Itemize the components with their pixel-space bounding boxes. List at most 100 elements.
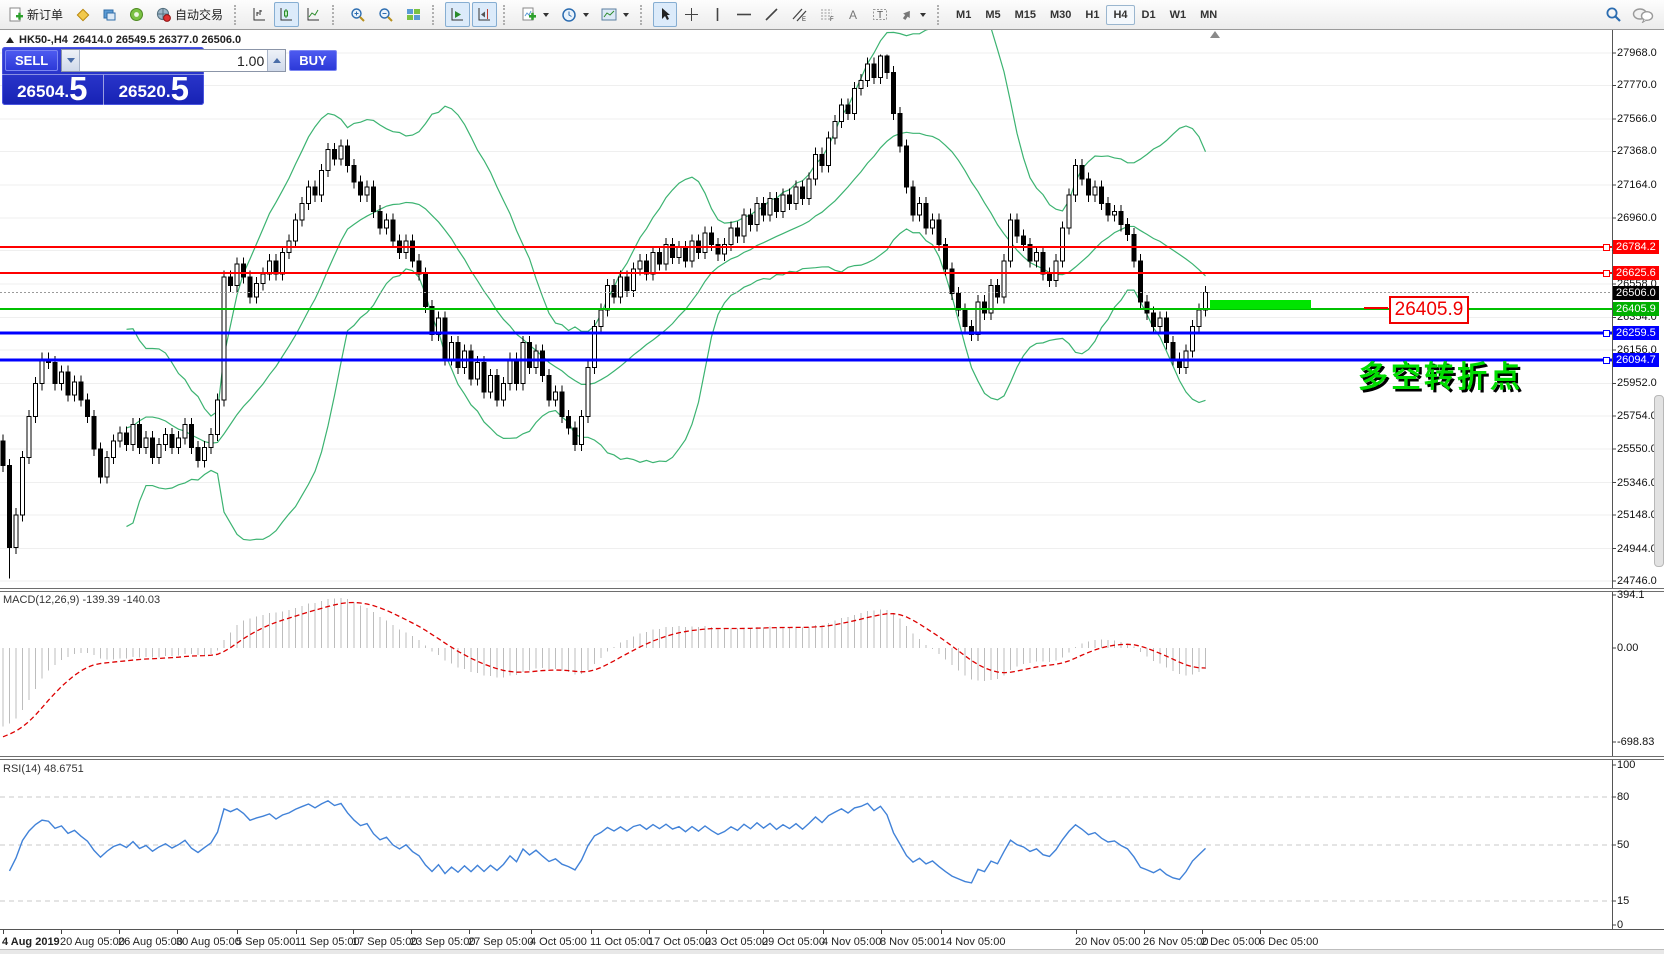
time-axis-label: 11 Oct 05:00	[590, 936, 652, 948]
zoom-in-button[interactable]	[345, 2, 371, 27]
timeframe-button-w1[interactable]: W1	[1163, 5, 1194, 25]
level-price-label: 26405.9	[1613, 302, 1659, 316]
time-axis-label: 11 Sep 05:00	[295, 936, 360, 948]
fibonacci-button[interactable]: F	[814, 2, 840, 27]
text-label-button[interactable]: T	[867, 2, 893, 27]
terminal-button[interactable]	[124, 2, 149, 27]
price-tick-label: 25550.0	[1617, 443, 1657, 455]
timeframe-button-m1[interactable]: M1	[949, 5, 978, 25]
timeframe-button-mn[interactable]: MN	[1193, 5, 1224, 25]
search-icon[interactable]	[1605, 6, 1622, 23]
line-handle[interactable]	[1603, 330, 1610, 337]
candlestick-chart-button[interactable]	[274, 2, 299, 27]
time-axis-tick	[649, 930, 650, 934]
price-tick-label: 27566.0	[1617, 113, 1657, 125]
rsi-tick-label: 50	[1617, 839, 1629, 851]
text-label-icon: T	[872, 7, 888, 22]
trendline-button[interactable]	[759, 2, 784, 27]
rsi-tick-label: 0	[1617, 919, 1623, 931]
arrow-up-icon	[273, 58, 281, 63]
time-axis-tick	[1202, 930, 1203, 934]
macd-pane[interactable]	[0, 592, 1664, 756]
timeframe-button-m15[interactable]: M15	[1008, 5, 1043, 25]
time-axis-tick	[1144, 930, 1145, 934]
price-tick-label: 25754.0	[1617, 410, 1657, 422]
macd-tick-label: -698.83	[1617, 736, 1654, 748]
crosshair-button[interactable]	[679, 2, 704, 27]
timeframe-button-h4[interactable]: H4	[1106, 5, 1134, 25]
time-axis-label: 23 Oct 05:00	[705, 936, 768, 948]
templates-button[interactable]	[596, 2, 634, 27]
vertical-line-button[interactable]	[706, 2, 729, 27]
time-axis-label: 26 Aug 05:00	[118, 936, 183, 948]
buy-button[interactable]: BUY	[289, 50, 336, 71]
timeframe-button-h1[interactable]: H1	[1078, 5, 1106, 25]
tile-windows-button[interactable]	[401, 2, 426, 27]
terminal-icon	[129, 7, 144, 22]
collapse-triangle-icon[interactable]	[6, 37, 14, 43]
fibonacci-icon: F	[819, 7, 835, 22]
timeframe-button-d1[interactable]: D1	[1135, 5, 1163, 25]
candlestick-icon	[279, 7, 294, 22]
time-axis: 4 Aug 201920 Aug 05:0026 Aug 05:0030 Aug…	[0, 929, 1664, 950]
time-axis-tick	[706, 930, 707, 934]
timeframe-button-m30[interactable]: M30	[1043, 5, 1078, 25]
rsi-pane[interactable]	[0, 760, 1664, 929]
indicators-button[interactable]	[516, 2, 554, 27]
time-axis-tick	[823, 930, 824, 934]
rsi-tick-label: 80	[1617, 791, 1629, 803]
autotrading-button[interactable]: 自动交易	[151, 2, 228, 27]
time-axis-label: 20 Nov 05:00	[1075, 936, 1140, 948]
volume-increase-button[interactable]	[267, 50, 285, 71]
volume-input[interactable]	[80, 50, 267, 71]
toolbar-gripper	[640, 5, 647, 25]
chart-symbol-timeframe: HK50-,H4	[19, 34, 68, 46]
annotation-text[interactable]: 多空转折点	[1358, 352, 1523, 396]
level-price-label: 26784.2	[1613, 240, 1659, 254]
chart-shift-icon	[477, 7, 492, 22]
volume-decrease-button[interactable]	[62, 50, 80, 71]
line-handle[interactable]	[1603, 270, 1610, 277]
horizontal-line-button[interactable]	[731, 2, 757, 27]
time-axis-tick	[881, 930, 882, 934]
zoom-out-button[interactable]	[373, 2, 399, 27]
line-handle[interactable]	[1603, 244, 1610, 251]
chart-shift-marker-icon[interactable]	[1210, 31, 1220, 38]
time-axis-tick	[411, 930, 412, 934]
navigator-button[interactable]	[97, 2, 122, 27]
time-axis-label: 4 Aug 2019	[2, 936, 60, 948]
sell-button[interactable]: SELL	[5, 50, 58, 71]
timeframe-button-m5[interactable]: M5	[978, 5, 1007, 25]
chart-title: HK50-,H4 26414.0 26549.5 26377.0 26506.0	[6, 34, 241, 46]
time-axis-label: 14 Nov 05:00	[940, 936, 1005, 948]
chart-shift-button[interactable]	[472, 2, 497, 27]
market-watch-button[interactable]	[70, 2, 95, 27]
level-price-label: 26625.6	[1613, 266, 1659, 280]
chart-area: HK50-,H4 26414.0 26549.5 26377.0 26506.0…	[0, 30, 1664, 954]
bar-chart-button[interactable]	[247, 2, 272, 27]
auto-scroll-icon	[450, 7, 465, 22]
price-callout[interactable]: 26405.9	[1389, 296, 1469, 324]
new-order-button[interactable]: 新订单	[3, 2, 68, 27]
cursor-icon	[658, 7, 672, 22]
periods-button[interactable]	[556, 2, 594, 27]
highlight-bar[interactable]	[1210, 300, 1311, 309]
scrollbar-thumb[interactable]	[1654, 395, 1664, 567]
time-axis-tick	[353, 930, 354, 934]
auto-scroll-button[interactable]	[445, 2, 470, 27]
arrows-icon	[900, 8, 914, 22]
autotrading-label: 自动交易	[175, 6, 223, 23]
chat-icon[interactable]	[1632, 7, 1654, 23]
equidistant-channel-button[interactable]: E	[786, 2, 812, 27]
time-axis-label: 2 Dec 05:00	[1201, 936, 1260, 948]
cursor-button[interactable]	[653, 2, 677, 27]
time-axis-label: 20 Aug 05:00	[60, 936, 125, 948]
line-handle[interactable]	[1603, 357, 1610, 364]
line-chart-button[interactable]	[301, 2, 326, 27]
market-watch-icon	[75, 7, 90, 22]
text-button[interactable]: A	[842, 2, 865, 27]
macd-tick-label: 394.1	[1617, 589, 1645, 601]
time-axis-tick	[296, 930, 297, 934]
arrows-button[interactable]	[895, 2, 931, 27]
time-axis-label: 17 Oct 05:00	[648, 936, 711, 948]
